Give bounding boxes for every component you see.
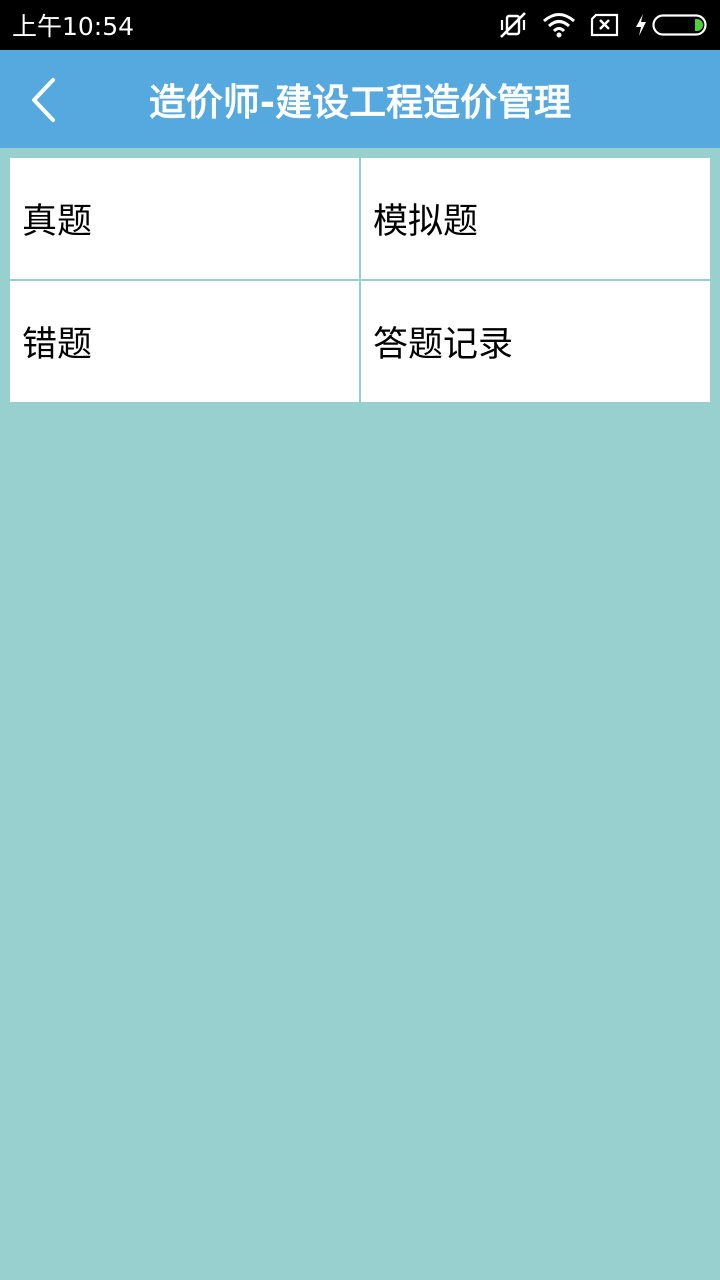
wifi-icon	[543, 13, 575, 38]
battery-group	[634, 13, 708, 37]
status-icons	[498, 11, 708, 39]
status-time: 上午10:54	[12, 12, 135, 41]
app-bar: 造价师-建设工程造价管理	[0, 50, 720, 148]
status-bar: 上午10:54	[0, 0, 720, 50]
charging-icon	[636, 14, 646, 36]
no-sim-icon	[590, 13, 619, 37]
battery-icon	[652, 14, 707, 36]
menu-item-label: 真题	[22, 202, 93, 242]
menu-item-label: 模拟题	[373, 202, 479, 242]
menu-item-real-exam[interactable]: 真题	[10, 158, 359, 279]
menu-grid: 真题 模拟题 错题 答题记录	[10, 158, 710, 402]
menu-item-wrong-questions[interactable]: 错题	[10, 281, 359, 402]
vibrate-off-icon	[500, 12, 526, 38]
page-title: 造价师-建设工程造价管理	[148, 81, 572, 124]
menu-item-mock-exam[interactable]: 模拟题	[361, 158, 710, 279]
menu-item-answer-history[interactable]: 答题记录	[361, 281, 710, 402]
menu-item-label: 错题	[22, 325, 93, 365]
menu-item-label: 答题记录	[373, 325, 514, 365]
